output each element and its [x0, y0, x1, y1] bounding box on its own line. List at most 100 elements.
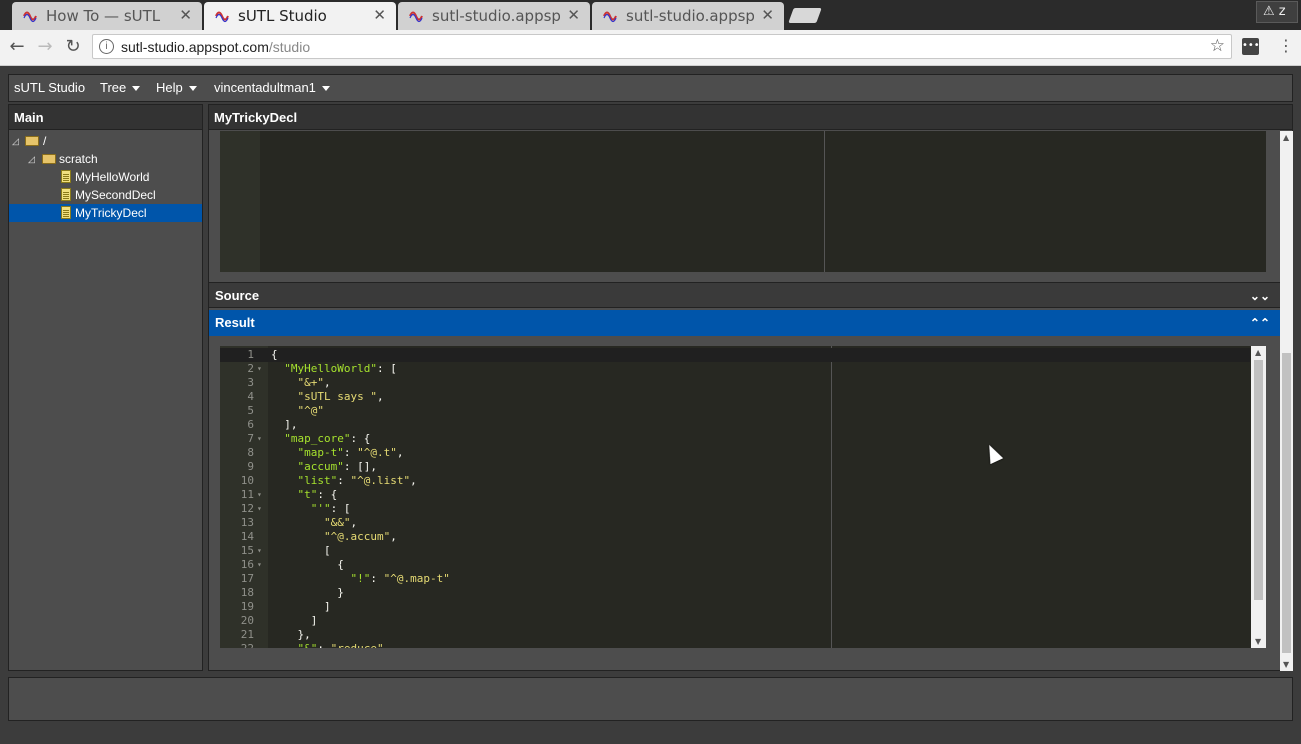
- browser-tab-active[interactable]: sUTL Studio ✕: [204, 2, 396, 30]
- code-text: "&&",: [323, 516, 358, 529]
- tree-label: MySecondDecl: [75, 188, 156, 202]
- tree-node-folder[interactable]: ◿ scratch: [9, 150, 202, 168]
- line-number: 15: [240, 544, 254, 557]
- code-text: "&+",: [297, 376, 331, 389]
- fold-toggle-icon[interactable]: ▾: [257, 544, 262, 558]
- code-line: 9 "accum": [],: [220, 460, 1250, 474]
- extension-icon[interactable]: •••: [1242, 38, 1260, 55]
- close-tab-icon[interactable]: ✕: [373, 6, 386, 24]
- tree-node-root[interactable]: ◿ /: [9, 132, 202, 150]
- editor-panel: MyTrickyDecl Source ⌄⌄ Result ⌃⌃ 1{2 ▾ "M…: [208, 104, 1293, 671]
- expand-triangle-icon[interactable]: ◿: [28, 150, 35, 168]
- code-line: 4 "sUTL says ",: [220, 390, 1250, 404]
- bookmark-star-icon[interactable]: ☆: [1210, 36, 1225, 56]
- scroll-down-icon[interactable]: ▼: [1283, 660, 1289, 669]
- menu-user[interactable]: vincentadultman1: [214, 80, 330, 95]
- code-line: 19 ]: [220, 600, 1250, 614]
- close-tab-icon[interactable]: ✕: [761, 6, 774, 24]
- code-line: 16 ▾ {: [220, 558, 1250, 572]
- print-margin: [824, 131, 825, 272]
- tab-title: sutl-studio.appspot: [432, 7, 560, 25]
- code-text: "'": [: [310, 502, 351, 515]
- back-arrow-icon[interactable]: ←: [6, 36, 28, 58]
- line-number: 22: [220, 642, 254, 648]
- panel-title: Main: [9, 105, 202, 130]
- code-text: "&": "reduce",: [271, 642, 391, 648]
- sutl-favicon-icon: [23, 11, 37, 23]
- line-number: 18: [240, 586, 254, 599]
- warning-badge[interactable]: ⚠ z: [1256, 1, 1298, 23]
- menu-help[interactable]: Help: [156, 80, 197, 95]
- code-text: ],: [271, 418, 298, 431]
- kebab-menu-icon[interactable]: ⋮: [1278, 36, 1294, 55]
- fold-toggle-icon[interactable]: ▾: [257, 502, 262, 516]
- line-number: 12: [240, 502, 254, 515]
- document-title: MyTrickyDecl: [209, 105, 1292, 130]
- line-number: 9: [247, 460, 254, 473]
- line-number: 14: [240, 530, 254, 543]
- fold-toggle-icon[interactable]: ▾: [257, 362, 262, 376]
- source-section-header[interactable]: Source ⌄⌄: [209, 282, 1292, 308]
- code-text: "list": "^@.list",: [297, 474, 417, 487]
- panel-scrollbar[interactable]: ▲ ▼: [1280, 131, 1293, 671]
- tree-label: MyHelloWorld: [75, 170, 150, 184]
- code-line: 17 "!": "^@.map-t": [220, 572, 1250, 586]
- code-text: "!": "^@.map-t": [350, 572, 450, 585]
- line-number: 20: [240, 614, 254, 627]
- tree-label: MyTrickyDecl: [75, 206, 147, 220]
- url-path: /studio: [268, 39, 311, 55]
- tree-node-file-selected[interactable]: MyTrickyDecl: [9, 204, 202, 222]
- menu-tree[interactable]: Tree: [100, 80, 141, 95]
- code-line: 1{: [220, 348, 1250, 362]
- code-text: [: [271, 544, 331, 557]
- code-line: 10 "list": "^@.list",: [220, 474, 1250, 488]
- code-text: "accum": [],: [297, 460, 377, 473]
- file-icon: [61, 188, 71, 201]
- fold-toggle-icon[interactable]: ▾: [257, 432, 262, 446]
- info-icon[interactable]: i: [99, 39, 114, 54]
- expand-chevron-icon[interactable]: ⌄⌄: [1250, 283, 1270, 309]
- collapse-chevron-icon[interactable]: ⌃⌃: [1250, 310, 1270, 336]
- scroll-up-icon[interactable]: ▲: [1283, 133, 1289, 142]
- reload-icon[interactable]: ↻: [62, 36, 84, 58]
- code-text: "sUTL says ",: [297, 390, 384, 403]
- new-tab-button[interactable]: [788, 8, 822, 23]
- close-tab-icon[interactable]: ✕: [179, 6, 192, 24]
- menu-help-label: Help: [156, 80, 183, 95]
- result-section-header[interactable]: Result ⌃⌃: [209, 310, 1292, 336]
- tree-node-file[interactable]: MyHelloWorld: [9, 168, 202, 186]
- address-bar[interactable]: i sutl-studio.appspot.com/studio ☆: [92, 34, 1232, 59]
- browser-tab[interactable]: sutl-studio.appspot ✕: [398, 2, 590, 30]
- code-line: 15 ▾ [: [220, 544, 1250, 558]
- browser-tab[interactable]: How To — sUTL ✕: [12, 2, 202, 30]
- browser-tab[interactable]: sutl-studio.appspot ✕: [592, 2, 784, 30]
- code-line: 3 "&+",: [220, 376, 1250, 390]
- code-text: ]: [271, 614, 318, 627]
- tree-node-file[interactable]: MySecondDecl: [9, 186, 202, 204]
- declaration-editor[interactable]: [220, 131, 1266, 272]
- sutl-favicon-icon: [409, 11, 423, 23]
- caret-down-icon: [321, 86, 330, 92]
- brand-title[interactable]: sUTL Studio: [14, 80, 85, 95]
- code-text: "^@": [297, 404, 325, 417]
- line-number: 2: [247, 362, 254, 375]
- line-number: 21: [240, 628, 254, 641]
- code-line: 5 "^@": [220, 404, 1250, 418]
- scroll-thumb[interactable]: [1254, 360, 1263, 600]
- close-tab-icon[interactable]: ✕: [567, 6, 580, 24]
- caret-down-icon: [132, 86, 141, 92]
- scroll-thumb[interactable]: [1282, 353, 1291, 653]
- file-icon: [61, 206, 71, 219]
- line-number: 10: [240, 474, 254, 487]
- scroll-down-icon[interactable]: ▼: [1255, 637, 1261, 646]
- url-host: sutl-studio.appspot.com: [121, 39, 269, 55]
- result-editor[interactable]: 1{2 ▾ "MyHelloWorld": [3 "&+", 4 "sUTL say…: [220, 346, 1266, 648]
- fold-toggle-icon[interactable]: ▾: [257, 558, 262, 572]
- sutl-favicon-icon: [215, 11, 229, 23]
- forward-arrow-icon[interactable]: →: [34, 36, 56, 58]
- result-label: Result: [215, 315, 255, 330]
- fold-toggle-icon[interactable]: ▾: [257, 488, 262, 502]
- scroll-up-icon[interactable]: ▲: [1255, 348, 1261, 357]
- result-scrollbar[interactable]: ▲ ▼: [1251, 346, 1266, 648]
- expand-triangle-icon[interactable]: ◿: [12, 132, 19, 150]
